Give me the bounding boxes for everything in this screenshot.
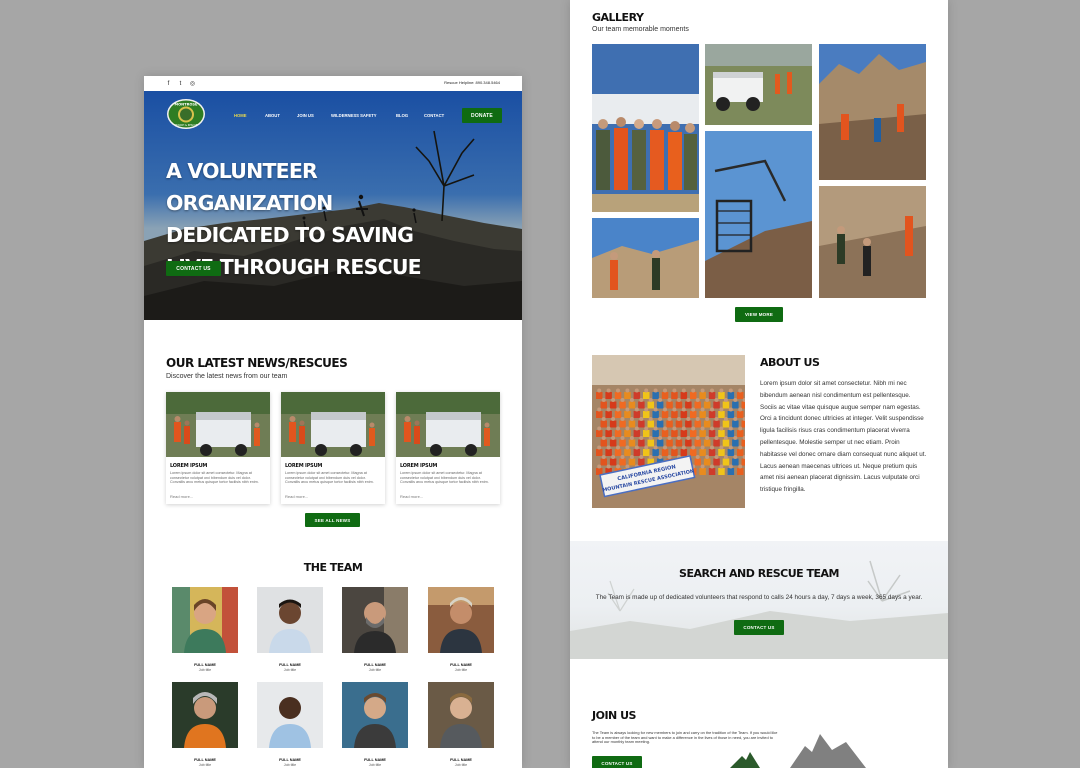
svg-text:SEARCH & RESCUE: SEARCH & RESCUE xyxy=(175,124,198,127)
news-card-read-more[interactable]: Read more... xyxy=(170,494,193,499)
news-card[interactable]: LOREM IPSUM Lorem ipsum dolor sit amet c… xyxy=(166,392,270,504)
news-card-image xyxy=(281,392,385,457)
team-member[interactable]: FULL NAME Job title xyxy=(342,587,408,672)
nav-wilderness-safety[interactable]: WILDERNESS SAFETY xyxy=(331,113,377,118)
twitter-icon[interactable]: t xyxy=(177,80,184,87)
facebook-icon[interactable]: f xyxy=(165,80,172,87)
nav-contact[interactable]: CONTACT xyxy=(424,113,444,118)
team-member-name: FULL NAME xyxy=(279,758,301,762)
team-member-photo xyxy=(342,682,408,748)
gallery-image-hikers[interactable] xyxy=(592,218,699,298)
team-member-job: Job title xyxy=(198,763,212,767)
join-us-title: JOIN US xyxy=(592,709,636,722)
team-member-name: FULL NAME xyxy=(450,663,472,667)
gallery-image-team[interactable] xyxy=(592,44,699,212)
about-text: Lorem ipsum dolor sit amet consectetur. … xyxy=(760,380,927,494)
team-member-photo xyxy=(257,587,323,653)
mountain-silhouette xyxy=(730,734,866,768)
view-more-button[interactable]: VIEW MORE xyxy=(735,307,783,322)
team-member[interactable]: FULL NAME Job title xyxy=(257,682,323,767)
team-member[interactable]: FULL NAME Job title xyxy=(172,587,238,672)
montrose-logo[interactable]: MONTROSE SEARCH & RESCUE xyxy=(166,98,206,130)
team-member[interactable]: FULL NAME Job title xyxy=(428,682,494,767)
team-member-job: Job title xyxy=(368,668,382,672)
search-rescue-text: The Team is made up of dedicated volunte… xyxy=(595,594,923,601)
about-group-photo: CALIFORNIA REGION MOUNTAIN RESCUE ASSOCI… xyxy=(592,355,745,508)
news-card-text: Lorem ipsum dolor sit amet consectetur. … xyxy=(285,471,374,485)
search-rescue-contact-button[interactable]: CONTACT US xyxy=(734,620,784,635)
team-section-title: THE TEAM xyxy=(303,561,363,574)
team-member-photo xyxy=(172,587,238,653)
search-rescue-section: SEARCH AND RESCUE TEAM The Team is made … xyxy=(570,541,948,659)
news-card-read-more[interactable]: Read more... xyxy=(400,494,423,499)
team-member-name: FULL NAME xyxy=(194,758,216,762)
donate-button[interactable]: DONATE xyxy=(462,108,502,123)
team-member-photo xyxy=(342,587,408,653)
news-card[interactable]: LOREM IPSUM Lorem ipsum dolor sit amet c… xyxy=(281,392,385,504)
team-member-photo xyxy=(428,587,494,653)
team-member[interactable]: FULL NAME Job title xyxy=(257,587,323,672)
homepage-left-panel: f t ◎ Rescue Helpline: 890.348.5464 MONT… xyxy=(144,76,522,768)
news-card-title: LOREM IPSUM xyxy=(285,463,323,469)
news-card-title: LOREM IPSUM xyxy=(400,463,438,469)
team-member-photo xyxy=(428,682,494,748)
team-member[interactable]: FULL NAME Job title xyxy=(342,682,408,767)
gallery-subtitle: Our team memorable moments xyxy=(592,26,689,33)
team-member-job: Job title xyxy=(283,668,297,672)
nav-home[interactable]: HOME xyxy=(234,113,247,118)
about-title: ABOUT US xyxy=(760,356,820,369)
team-member-name: FULL NAME xyxy=(364,758,386,762)
gallery-title: GALLERY xyxy=(592,11,644,24)
gallery-image-rope-team[interactable] xyxy=(819,186,926,298)
top-bar: f t ◎ Rescue Helpline: 890.348.5464 xyxy=(144,76,522,91)
team-member-job: Job title xyxy=(368,763,382,767)
rescue-helpline: Rescue Helpline: 890.348.5464 xyxy=(444,80,500,85)
nav-blog[interactable]: BLOG xyxy=(396,113,408,118)
news-card-text: Lorem ipsum dolor sit amet consectetur. … xyxy=(170,471,259,485)
team-member[interactable]: FULL NAME Job title xyxy=(428,587,494,672)
team-member-job: Job title xyxy=(283,763,297,767)
team-member-job: Job title xyxy=(198,668,212,672)
search-rescue-title: SEARCH AND RESCUE TEAM xyxy=(679,567,839,580)
nav-join-us[interactable]: JOIN US xyxy=(297,113,314,118)
team-member-name: FULL NAME xyxy=(450,758,472,762)
svg-text:MONTROSE: MONTROSE xyxy=(175,103,199,107)
team-member-job: Job title xyxy=(454,668,468,672)
team-member-name: FULL NAME xyxy=(194,663,216,667)
news-card-image xyxy=(166,392,270,457)
team-member-job: Job title xyxy=(454,763,468,767)
hero-section: MONTROSE SEARCH & RESCUE HOME ABOUT JOIN… xyxy=(144,91,522,320)
homepage-right-panel: GALLERY Our team memorable moments VIEW … xyxy=(570,0,948,768)
news-section-title: OUR LATEST NEWS/RESCUES xyxy=(166,356,348,370)
gallery-image-truck[interactable] xyxy=(705,44,812,125)
team-member-photo xyxy=(172,682,238,748)
news-card-text: Lorem ipsum dolor sit amet consectetur. … xyxy=(400,471,489,485)
gallery-image-litter-rescue[interactable] xyxy=(705,131,812,298)
team-member-name: FULL NAME xyxy=(364,663,386,667)
nav-about[interactable]: ABOUT xyxy=(265,113,280,118)
instagram-icon[interactable]: ◎ xyxy=(189,80,196,87)
news-card[interactable]: LOREM IPSUM Lorem ipsum dolor sit amet c… xyxy=(396,392,500,504)
join-us-contact-button[interactable]: CONTACT US xyxy=(592,756,642,768)
team-member-name: FULL NAME xyxy=(279,663,301,667)
news-section-subtitle: Discover the latest news from our team xyxy=(166,373,288,380)
hero-contact-button[interactable]: CONTACT US xyxy=(166,261,221,276)
see-all-news-button[interactable]: SEE ALL NEWS xyxy=(305,513,360,527)
news-card-read-more[interactable]: Read more... xyxy=(285,494,308,499)
team-member-photo xyxy=(257,682,323,748)
gallery-image-cliff[interactable] xyxy=(819,44,926,180)
news-card-title: LOREM IPSUM xyxy=(170,463,208,469)
news-card-image xyxy=(396,392,500,457)
team-member[interactable]: FULL NAME Job title xyxy=(172,682,238,767)
